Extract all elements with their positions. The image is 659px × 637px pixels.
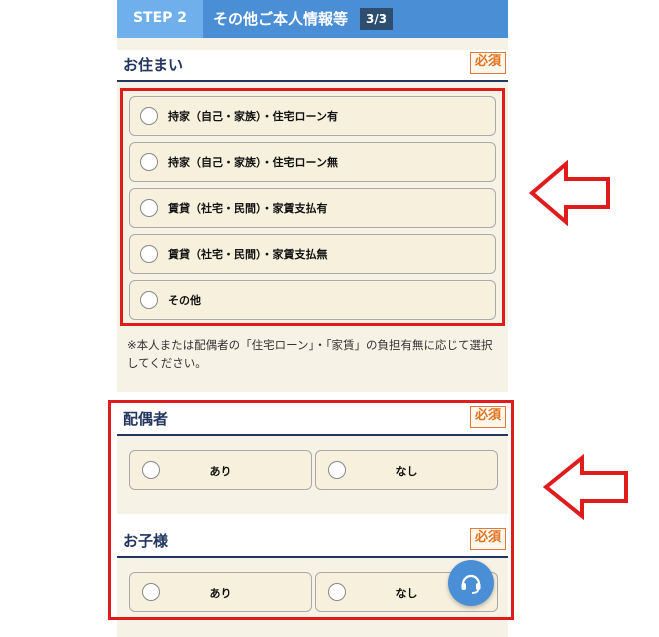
highlight-box-residence (120, 88, 505, 326)
left-arrow-icon (542, 454, 628, 520)
step-header: STEP 2 その他ご本人情報等 3/3 (117, 0, 508, 38)
step-label: STEP 2 (117, 0, 203, 38)
residence-title: お住まい (123, 56, 184, 74)
step-progress: 3/3 (360, 8, 394, 30)
left-arrow-icon (528, 160, 610, 226)
step-title: その他ご本人情報等 (213, 10, 349, 28)
residence-section-header: お住まい 必須 (117, 50, 508, 82)
residence-note: ※本人または配偶者の「住宅ローン」・「家賃」の負担有無に応じて選択してください。 (127, 338, 493, 370)
required-badge: 必須 (469, 52, 506, 74)
highlight-box-family (108, 400, 514, 620)
